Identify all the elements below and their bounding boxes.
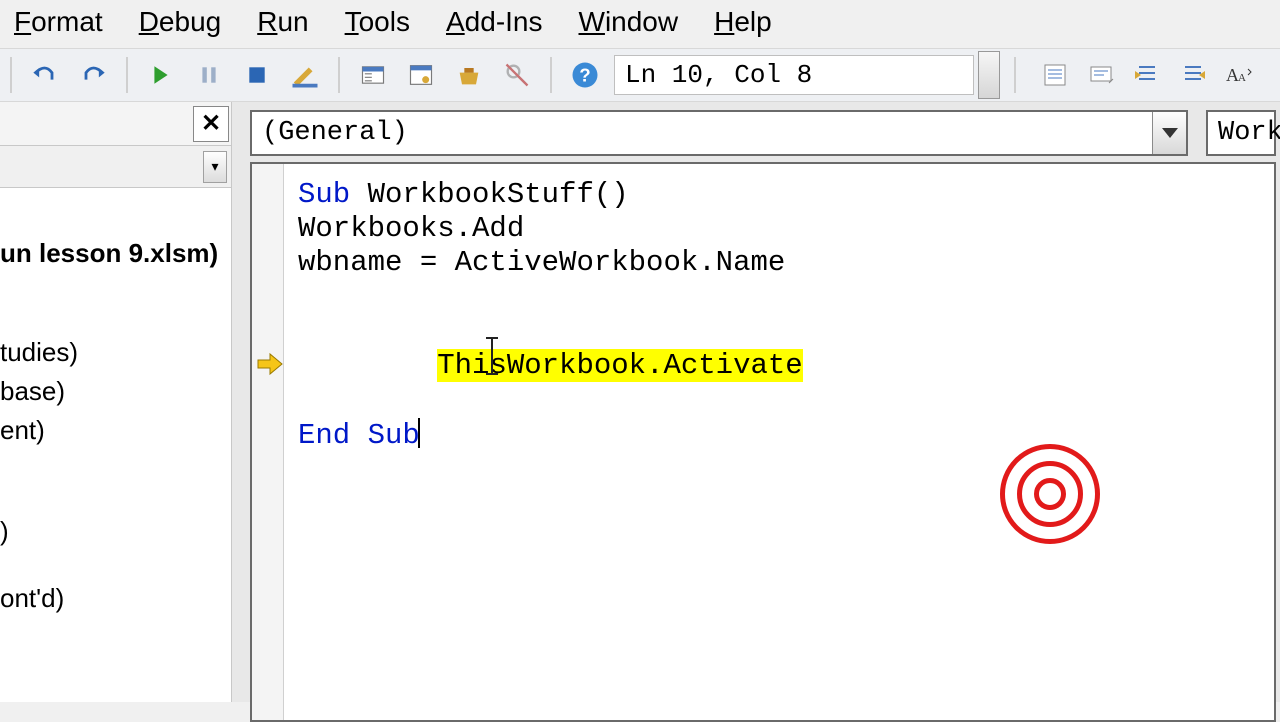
menu-window-label: indow	[605, 6, 678, 37]
project-tree[interactable]: un lesson 9.xlsm) tudies) base) ent) ) o…	[0, 188, 231, 618]
menu-window[interactable]: Window	[579, 6, 679, 38]
object-browser-button[interactable]	[498, 56, 536, 94]
module-node[interactable]: ent)	[0, 411, 231, 450]
break-button[interactable]	[190, 56, 228, 94]
run-sub-button[interactable]	[142, 56, 180, 94]
code-line[interactable]: Sub WorkbookStuff()	[298, 178, 1274, 212]
menu-addins[interactable]: Add-Ins	[446, 6, 543, 38]
menu-help[interactable]: Help	[714, 6, 772, 38]
code-line[interactable]: wbname = ActiveWorkbook.Name	[298, 246, 1274, 280]
procedure-dropdown-value: Work	[1218, 118, 1280, 148]
panel-header: ✕	[0, 102, 231, 146]
menu-tools[interactable]: Tools	[345, 6, 410, 38]
menu-format-label: ormat	[31, 6, 103, 37]
indent-out-button[interactable]	[1128, 56, 1166, 94]
separator	[1014, 57, 1016, 93]
help-button[interactable]: ?	[566, 56, 604, 94]
separator	[126, 57, 128, 93]
undo-button[interactable]	[26, 56, 64, 94]
reset-button[interactable]	[238, 56, 276, 94]
code-editor[interactable]: Sub WorkbookStuff() Workbooks.Add wbname…	[250, 162, 1276, 722]
menu-tools-label: ools	[359, 6, 410, 37]
separator	[338, 57, 340, 93]
procedure-dropdown[interactable]: Work	[1206, 110, 1276, 156]
module-node[interactable]: base)	[0, 372, 231, 411]
toolbar: ? Ln 10, Col 8 AA	[0, 48, 1280, 102]
menu-help-label: elp	[734, 6, 771, 37]
work-area: ✕ ▾ un lesson 9.xlsm) tudies) base) ent)…	[0, 102, 1280, 702]
module-node[interactable]: ont'd)	[0, 579, 231, 618]
svg-text:?: ?	[579, 64, 590, 85]
menu-addins-label: dd-Ins	[465, 6, 543, 37]
code-line-current[interactable]: ThisWorkbook.Activate	[298, 281, 1274, 418]
object-dropdown[interactable]: (General)	[250, 110, 1188, 156]
quick-info-button[interactable]	[1082, 56, 1120, 94]
toolbox-button[interactable]	[450, 56, 488, 94]
separator	[550, 57, 552, 93]
module-node[interactable]: )	[0, 512, 231, 551]
chevron-down-icon[interactable]	[1152, 112, 1186, 154]
code-editor-pane: (General) Work Sub WorkbookStuff() Workb…	[232, 102, 1280, 702]
menu-run-label: un	[277, 6, 308, 37]
font-size-button[interactable]: AA	[1220, 56, 1258, 94]
project-explorer: ✕ ▾ un lesson 9.xlsm) tudies) base) ent)…	[0, 102, 232, 702]
execution-pointer-icon	[256, 283, 284, 311]
ibeam-cursor-icon	[482, 336, 502, 376]
properties-window-button[interactable]	[402, 56, 440, 94]
menu-debug[interactable]: Debug	[139, 6, 222, 38]
design-mode-button[interactable]	[286, 56, 324, 94]
indent-in-button[interactable]	[1174, 56, 1212, 94]
cursor-position-text: Ln 10, Col 8	[625, 60, 812, 90]
target-annotation-icon	[1000, 444, 1110, 554]
project-node[interactable]: un lesson 9.xlsm)	[0, 234, 231, 273]
code-line[interactable]: End Sub	[298, 418, 1274, 453]
dropdown-arrow-icon[interactable]: ▾	[203, 151, 227, 183]
menu-debug-label: ebug	[159, 6, 221, 37]
object-dropdown-value: (General)	[262, 118, 408, 148]
module-node[interactable]: tudies)	[0, 333, 231, 372]
cursor-position: Ln 10, Col 8	[614, 55, 974, 95]
menu-format[interactable]: Format	[14, 6, 103, 38]
separator	[10, 57, 12, 93]
menu-run[interactable]: Run	[257, 6, 308, 38]
redo-button[interactable]	[74, 56, 112, 94]
project-explorer-button[interactable]	[354, 56, 392, 94]
toolbar-grip[interactable]	[978, 51, 1000, 99]
menu-bar: Format Debug Run Tools Add-Ins Window He…	[0, 0, 1280, 48]
text-caret	[418, 418, 420, 448]
panel-toolbar: ▾	[0, 146, 231, 188]
svg-text:A: A	[1238, 72, 1246, 84]
close-icon[interactable]: ✕	[193, 106, 229, 142]
word-list-button[interactable]	[1036, 56, 1074, 94]
code-line[interactable]: Workbooks.Add	[298, 212, 1274, 246]
